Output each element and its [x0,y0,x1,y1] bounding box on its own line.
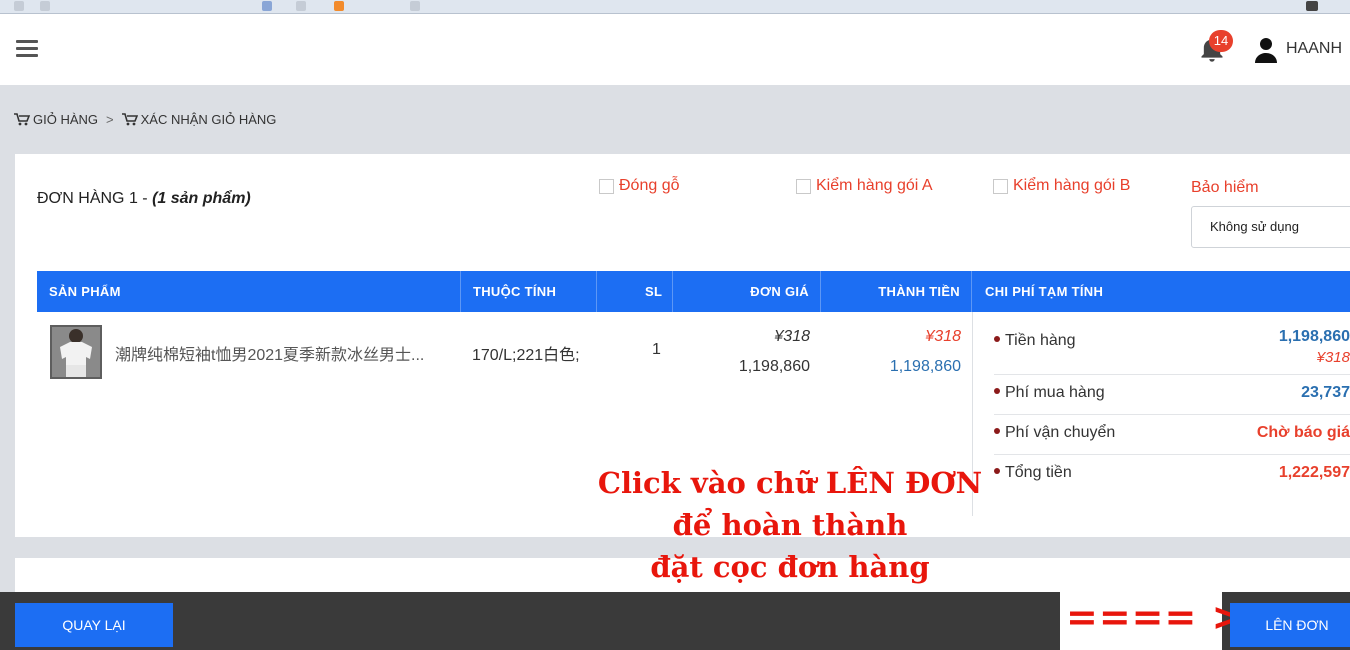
breadcrumb: GIỎ HÀNG > XÁC NHẬN GIỎ HÀNG [14,112,276,127]
header-line-total: THÀNH TIỀN [878,284,960,299]
cost-row-purchase-fee: Phí mua hàng 23,737 [994,384,1350,402]
cost-row-total: Tổng tiền 1,222,597 [994,464,1350,482]
annotation-arrow: ==== > [1066,595,1245,639]
browser-icon[interactable] [410,1,420,11]
wood-packing-label: Đóng gỗ [619,177,680,194]
cost-row-goods: Tiền hàng 1,198,860 ¥318 [994,328,1350,378]
unit-price-vnd: 1,198,860 [738,358,810,375]
browser-icon[interactable] [262,1,272,11]
cost-total-value: 1,222,597 [1278,464,1350,481]
bullet-icon [994,427,1000,434]
order-title-text: ĐƠN HÀNG 1 - [37,190,153,207]
bullet-icon [994,387,1000,394]
line-total-vnd: 1,198,860 [889,358,961,375]
header-attributes: THUỘC TÍNH [473,284,557,299]
instruction-annotation: Click vào chữ LÊN ĐƠN để hoàn thành đặt … [560,462,1020,588]
instruction-line-3: đặt cọc đơn hàng [650,550,930,584]
bullet-icon [994,335,1000,342]
instruction-line-2: để hoàn thành [672,508,908,542]
product-name-link[interactable]: 潮牌纯棉短袖t恤男2021夏季新款冰丝男士... [115,341,445,365]
cost-goods-cny: ¥318 [1316,349,1350,366]
header-divider [672,271,673,312]
browser-icon[interactable] [14,1,24,11]
inspection-a-label: Kiểm hàng gói A [816,177,933,194]
back-button[interactable]: QUAY LẠI [15,603,173,647]
instruction-line-1: Click vào chữ LÊN ĐƠN [597,466,983,500]
browser-toolbar-strip [0,0,1350,14]
breadcrumb-confirm-cart: XÁC NHẬN GIỎ HÀNG [140,112,277,127]
wood-packing-checkbox[interactable]: Đóng gỗ [599,177,680,195]
tshirt-photo [50,325,102,379]
breadcrumb-cart-link[interactable]: GIỎ HÀNG [33,112,98,127]
cost-row-separator [994,454,1350,455]
cost-goods-label: Tiền hàng [1005,332,1076,349]
unit-price-cny: ¥318 [774,328,810,345]
browser-icon[interactable] [334,1,344,11]
header-estimated-costs: CHI PHÍ TẠM TÍNH [985,284,1104,299]
insurance-select[interactable]: Không sử dụng [1191,206,1350,248]
header-divider [460,271,461,312]
order-item-count: (1 sản phẩm) [152,190,251,207]
inspection-b-checkbox[interactable]: Kiểm hàng gói B [993,177,1130,195]
cost-row-separator [994,374,1350,375]
cost-row-shipping: Phí vận chuyển Chờ báo giá [994,424,1350,442]
checkbox-icon[interactable] [993,178,1008,194]
header-product: SẢN PHẨM [49,284,121,299]
checkbox-icon[interactable] [599,178,614,194]
product-quantity: 1 [652,341,661,358]
insurance-label: Bảo hiểm [1191,179,1259,196]
table-header: SẢN PHẨM THUỘC TÍNH SL ĐƠN GIÁ THÀNH TIỀ… [37,271,1350,312]
browser-icon[interactable] [1306,1,1318,11]
browser-icon[interactable] [40,1,50,11]
header-qty: SL [645,284,663,299]
browser-icon[interactable] [296,1,306,11]
inspection-a-checkbox[interactable]: Kiểm hàng gói A [796,177,933,195]
header-divider [971,271,972,312]
header-divider [820,271,821,312]
cost-purchase-fee-label: Phí mua hàng [1005,384,1105,401]
user-icon[interactable] [1254,36,1278,64]
order-title: ĐƠN HÀNG 1 - (1 sản phẩm) [37,190,251,208]
cost-shipping-label: Phí vận chuyển [1005,424,1116,441]
submit-order-button[interactable]: LÊN ĐƠN [1230,603,1350,647]
header-unit-price: ĐƠN GIÁ [750,284,809,299]
cost-row-separator [994,414,1350,415]
product-attributes: 170/L;221白色; [472,347,580,364]
notification-badge[interactable]: 14 [1209,30,1233,52]
line-total-cny: ¥318 [925,328,961,345]
breadcrumb-separator: > [106,112,114,127]
checkbox-icon[interactable] [796,178,811,194]
username-label[interactable]: HAANH [1286,40,1342,58]
cost-goods-vnd: 1,198,860 [1278,328,1350,345]
cost-purchase-fee-value: 23,737 [1301,384,1350,401]
product-thumbnail[interactable] [50,325,102,379]
inspection-b-label: Kiểm hàng gói B [1013,177,1131,194]
hamburger-menu-icon[interactable] [16,40,38,58]
top-navbar: 14 HAANH [0,14,1350,85]
cart-icon [14,113,30,126]
cart-icon [121,113,138,126]
header-divider [596,271,597,312]
cost-shipping-value: Chờ báo giá [1256,424,1350,441]
